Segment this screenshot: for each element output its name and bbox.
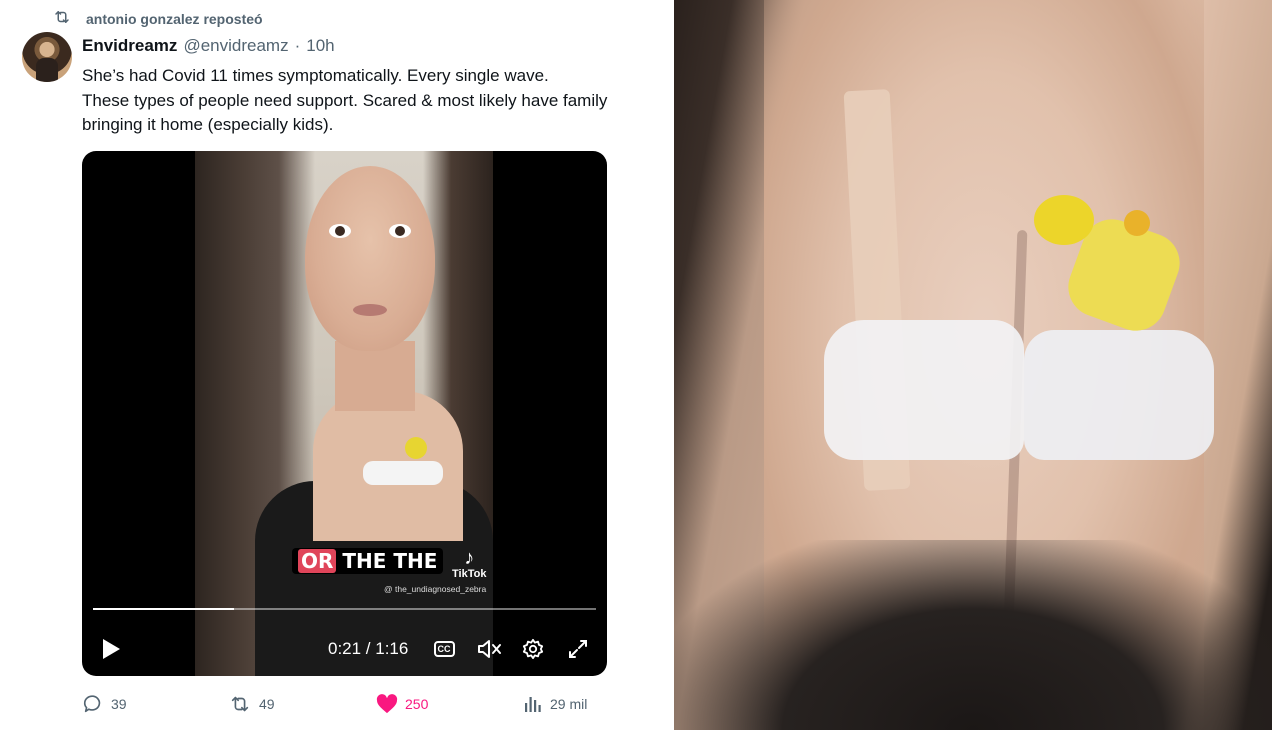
video-caption: OR THE THE (292, 548, 444, 574)
tiktok-watermark: ♪ TikTok (452, 548, 486, 580)
play-icon (103, 638, 120, 659)
settings-button[interactable] (521, 621, 545, 676)
caption-text: THE THE (342, 549, 438, 573)
analytics-icon (525, 697, 541, 712)
view-count: 29 mil (550, 696, 588, 712)
like-count: 250 (405, 696, 429, 712)
repost-header: antonio gonzalez reposteó (52, 8, 263, 30)
tiktok-brand: TikTok (452, 568, 487, 580)
video-progress-fill (93, 608, 234, 610)
reply-button[interactable]: 39 (82, 690, 127, 718)
avatar[interactable] (22, 32, 72, 82)
play-button[interactable] (100, 621, 122, 676)
tiktok-username: @ the_undiagnosed_zebra (384, 584, 487, 594)
retweet-icon (231, 696, 249, 712)
retweet-icon (52, 8, 72, 31)
tweet-text-line: She’s had Covid 11 times symptomatically… (82, 66, 549, 85)
tweet-actions: 39 49 250 29 mil (82, 690, 602, 718)
separator-dot: · (294, 36, 301, 55)
gear-icon (522, 638, 544, 659)
tweet-text: She’s had Covid 11 times symptomatically… (82, 64, 667, 138)
like-button[interactable]: 250 (376, 690, 428, 718)
repost-button[interactable]: 49 (228, 690, 275, 718)
video-player[interactable]: OR THE THE ♪ TikTok @ the_undiagnosed_ze… (82, 151, 607, 676)
video-frame[interactable] (195, 151, 493, 676)
mute-button[interactable] (476, 621, 504, 676)
captions-button[interactable]: CC (432, 621, 456, 676)
tweet-time[interactable]: 10h (306, 36, 334, 56)
cc-icon: CC (433, 640, 455, 657)
repost-label[interactable]: antonio gonzalez reposteó (86, 11, 263, 27)
author-handle[interactable]: @envidreamz (183, 36, 288, 56)
fullscreen-button[interactable] (567, 621, 589, 676)
repost-count: 49 (259, 696, 275, 712)
author-name[interactable]: Envidreamz (82, 36, 177, 56)
heart-icon (376, 694, 398, 714)
tweet-text-line: These types of people need support. Scar… (82, 90, 608, 135)
tweet-panel: antonio gonzalez reposteó Envidreamz @en… (0, 0, 674, 730)
tweet-author-line: Envidreamz @envidreamz · 10h (82, 36, 335, 56)
muted-speaker-icon (478, 639, 501, 658)
video-progress-bar[interactable] (93, 608, 596, 610)
tiktok-icon: ♪ (464, 547, 475, 569)
reply-icon (83, 695, 101, 713)
caption-highlight: OR (298, 549, 337, 573)
expand-icon (569, 639, 587, 658)
video-controls: 0:21 / 1:16 CC (82, 621, 607, 676)
views-button[interactable]: 29 mil (523, 690, 587, 718)
video-time-readout: 0:21 / 1:16 (328, 638, 409, 658)
zoomed-image (674, 0, 1272, 730)
reply-count: 39 (111, 696, 127, 712)
